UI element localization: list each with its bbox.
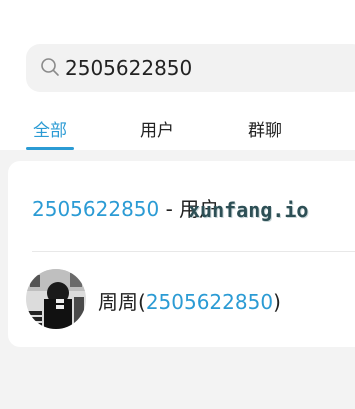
keyword-highlight: 2505622850 xyxy=(32,197,160,221)
results-card: 2505622850 - 用户 周周(2505622850) xyxy=(8,161,355,347)
paren-open: ( xyxy=(138,290,146,314)
avatar[interactable] xyxy=(26,269,86,329)
search-input[interactable]: 2505622850 xyxy=(65,54,192,82)
avatar-image xyxy=(26,269,86,329)
tab-all[interactable]: 全部 xyxy=(33,116,67,141)
divider xyxy=(32,251,355,252)
active-tab-indicator xyxy=(26,147,74,150)
user-id-highlight: 2505622850 xyxy=(145,290,274,314)
search-bar[interactable]: 2505622850 xyxy=(26,44,355,92)
tab-users[interactable]: 用户 xyxy=(140,116,174,141)
user-result-row[interactable]: 周周(2505622850) xyxy=(98,286,281,315)
search-icon xyxy=(41,58,59,76)
tab-groups[interactable]: 群聊 xyxy=(248,116,282,141)
user-name: 周周 xyxy=(98,290,138,314)
watermark: xunfang.io xyxy=(188,198,309,222)
search-header: 2505622850 全部 用户 群聊 xyxy=(0,0,355,150)
paren-close: ) xyxy=(273,290,281,314)
